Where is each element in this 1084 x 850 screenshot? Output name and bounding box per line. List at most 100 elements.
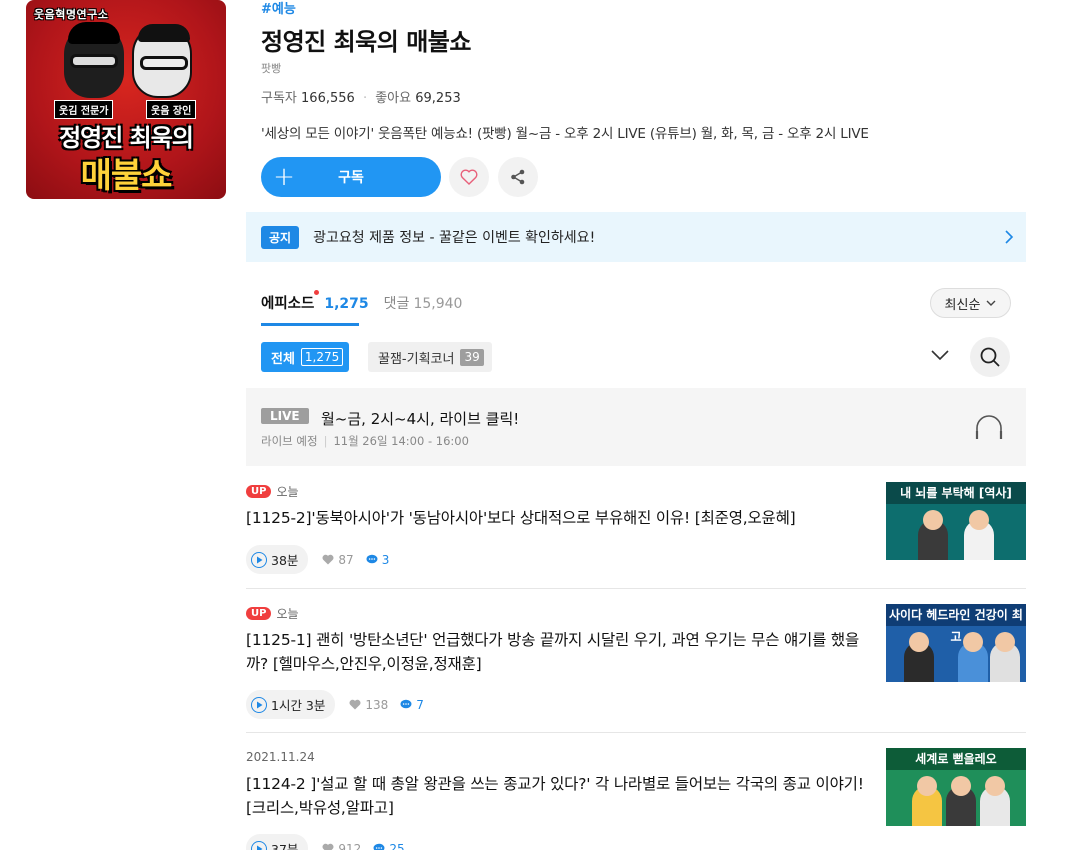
subscribers-label: 구독자: [261, 91, 297, 106]
like-button[interactable]: [449, 157, 489, 197]
cover-tag-right: 웃음 장인: [146, 100, 197, 119]
episode-thumbnail[interactable]: 사이다 헤드라인 건강이 최고: [886, 604, 1026, 682]
play-button[interactable]: 38분: [246, 545, 309, 574]
filter-all-label: 전체: [271, 351, 295, 367]
expand-filters-chevron-icon[interactable]: [929, 348, 951, 362]
tab-episodes[interactable]: 에피소드: [261, 290, 320, 313]
content-tabs: 에피소드 1,275 댓글 15,940: [261, 290, 463, 313]
episode-comments[interactable]: 25: [373, 841, 405, 850]
live-status: 라이브 예정: [261, 434, 318, 448]
episode-meta: 38분 87 3: [246, 545, 389, 574]
heart-icon: [460, 169, 478, 185]
episode-item[interactable]: 2021.11.24 [1124-2 ]'설교 할 때 총알 왕관을 쓰는 종교…: [246, 748, 1026, 850]
episode-title[interactable]: [1125-2]'동북아시아'가 '동남아시아'보다 상대적으로 부유해진 이유…: [246, 506, 866, 530]
episode-likes: 912: [322, 842, 361, 850]
filter-all-count: 1,275: [300, 348, 344, 366]
episode-date: 오늘: [276, 607, 299, 621]
heart-icon: [349, 699, 361, 710]
tab-comments[interactable]: 댓글: [384, 293, 410, 313]
episode-comments-count: 7: [416, 697, 424, 712]
comment-icon: [366, 554, 378, 564]
episode-comments-count: 3: [381, 552, 390, 567]
share-button[interactable]: [498, 157, 538, 197]
chevron-right-icon: [1005, 230, 1014, 244]
up-badge: UP: [246, 485, 272, 498]
sort-dropdown[interactable]: 최신순: [930, 288, 1011, 318]
live-time: 11월 26일 14:00 - 16:00: [333, 434, 469, 448]
episode-likes-count: 87: [338, 552, 354, 567]
comment-icon: [373, 843, 385, 850]
play-icon: [251, 696, 267, 713]
tab-episodes-count: 1,275: [324, 296, 369, 312]
episode-item[interactable]: UP 오늘 [1125-1] 괜히 '방탄소년단' 언급했다가 방송 끝까지 시…: [246, 604, 1026, 719]
episode-comments[interactable]: 3: [366, 552, 390, 567]
play-button[interactable]: 1시간 3분: [246, 690, 336, 719]
notice-badge: 공지: [261, 225, 300, 249]
episode-divider: [246, 588, 1026, 589]
new-dot-indicator: [314, 290, 320, 295]
search-icon: [980, 347, 1000, 367]
channel-description: '세상의 모든 이야기' 웃음폭탄 예능쇼! (팟빵) 월~금 - 오후 2시 …: [261, 126, 869, 142]
tab-episodes-label: 에피소드: [261, 296, 315, 312]
active-tab-underline: [261, 323, 359, 326]
episode-date-row: UP 오늘: [246, 605, 299, 622]
channel-provider: 팟빵: [261, 62, 282, 75]
plus-icon: +: [273, 162, 295, 192]
subscribe-button[interactable]: + 구독: [261, 157, 441, 197]
podcast-cover-image: 웃음혁명연구소 웃김 전문가 웃음 장인 정영진 최욱의 매불쇼: [26, 0, 226, 199]
episode-meta: 1시간 3분 138 7: [246, 690, 424, 719]
episode-thumbnail[interactable]: 내 뇌를 부탁해 [역사]: [886, 482, 1026, 560]
live-schedule: 라이브 예정 | 11월 26일 14:00 - 16:00: [261, 434, 469, 448]
channel-stats: 구독자 166,556 · 좋아요 69,253: [261, 91, 461, 106]
live-badge: LIVE: [261, 408, 309, 424]
episode-likes-count: 138: [365, 697, 389, 712]
thumbnail-caption: 내 뇌를 부탁해 [역사]: [886, 482, 1026, 504]
sort-label: 최신순: [944, 297, 981, 313]
filter-corner-button[interactable]: 꿀잼-기획코너 39: [368, 342, 492, 372]
comment-icon: [400, 699, 412, 709]
channel-title: 정영진 최욱의 매불쇼: [261, 28, 471, 56]
episode-date-row: 2021.11.24: [246, 750, 315, 764]
headphones-icon[interactable]: [974, 413, 1004, 441]
episode-date: 2021.11.24: [246, 750, 315, 764]
filter-corner-label: 꿀잼-기획코너: [378, 351, 455, 367]
search-button[interactable]: [970, 337, 1010, 377]
episode-comments-count: 25: [389, 841, 405, 850]
live-title: 월~금, 2시~4시, 라이브 클릭!: [321, 410, 520, 428]
live-schedule-card[interactable]: LIVE 월~금, 2시~4시, 라이브 클릭! 라이브 예정 | 11월 26일 …: [246, 388, 1026, 466]
thumbnail-caption: 세계로 뻗을레오: [886, 748, 1026, 770]
cover-top-label: 웃음혁명연구소: [34, 8, 109, 21]
episode-likes: 138: [349, 698, 388, 712]
thumbnail-caption: 사이다 헤드라인 건강이 최고: [886, 604, 1026, 644]
cover-host-right: [132, 24, 192, 98]
play-icon: [251, 551, 267, 568]
episode-meta: 37분 912 25: [246, 834, 405, 850]
episode-date: 오늘: [276, 485, 299, 499]
episode-title[interactable]: [1125-1] 괜히 '방탄소년단' 언급했다가 방송 끝까지 시달린 우기,…: [246, 628, 866, 676]
tab-comments-count: 15,940: [413, 296, 463, 312]
cover-host-left: [64, 22, 124, 98]
chevron-down-icon: [986, 300, 996, 306]
episode-duration: 1시간 3분: [271, 698, 326, 713]
play-button[interactable]: 37분: [246, 834, 309, 850]
episode-date-row: UP 오늘: [246, 483, 299, 500]
episode-title[interactable]: [1124-2 ]'설교 할 때 총알 왕관을 쓰는 종교가 있다?' 각 나라…: [246, 772, 866, 820]
likes-count: 69,253: [415, 91, 461, 106]
episode-thumbnail[interactable]: 세계로 뻗을레오: [886, 748, 1026, 826]
notice-text: 광고요청 제품 정보 - 꿀같은 이벤트 확인하세요!: [313, 230, 596, 246]
cover-tag-left: 웃김 전문가: [54, 100, 114, 119]
episode-item[interactable]: UP 오늘 [1125-2]'동북아시아'가 '동남아시아'보다 상대적으로 부…: [246, 482, 1026, 574]
heart-icon: [322, 554, 334, 565]
genre-tag[interactable]: #예능: [261, 0, 296, 17]
filter-all-button[interactable]: 전체 1,275: [261, 342, 350, 372]
episode-likes-count: 912: [338, 841, 362, 850]
play-icon: [251, 840, 267, 850]
share-icon: [511, 169, 525, 185]
cover-title-line2: 매불쇼: [80, 156, 173, 196]
episode-comments[interactable]: 7: [400, 698, 424, 712]
heart-icon: [322, 843, 334, 850]
notice-banner[interactable]: 공지 광고요청 제품 정보 - 꿀같은 이벤트 확인하세요!: [246, 212, 1026, 262]
subscribe-label: 구독: [338, 170, 364, 186]
subscribers-count: 166,556: [301, 91, 355, 106]
filter-corner-count: 39: [460, 348, 484, 366]
